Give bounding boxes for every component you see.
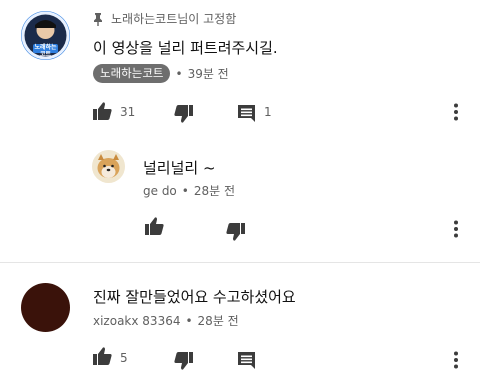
thumbs-up-icon[interactable] [92, 101, 112, 121]
reply-meta: ge do • 28분 전 [143, 182, 235, 199]
more-vert-icon[interactable] [453, 220, 459, 238]
comment-author[interactable]: xizoakx 83364 [93, 314, 180, 328]
meta-dot: • [181, 183, 189, 198]
thumbs-down-icon[interactable] [174, 104, 194, 124]
thumbs-down-icon[interactable] [174, 351, 194, 371]
reply-count: 1 [264, 105, 272, 119]
pinned-label: 노래하는코트님이 고정함 [92, 10, 236, 27]
avatar-caption: 노래하는 코트 [34, 44, 57, 58]
comment-text: 진짜 잘만들었어요 수고하셨어요 [93, 288, 296, 306]
pinned-comment-text: 이 영상을 널리 퍼트려주시길. [93, 39, 278, 57]
author-badge[interactable]: 노래하는코트 [93, 64, 171, 83]
thumbs-up-icon[interactable] [144, 216, 164, 236]
comment-divider [0, 262, 480, 263]
meta-dot: • [185, 313, 193, 328]
more-vert-icon[interactable] [453, 103, 459, 121]
comment-icon[interactable] [237, 104, 256, 123]
pin-icon [94, 12, 102, 26]
more-vert-icon[interactable] [453, 351, 459, 369]
pinned-meta: 노래하는코트 • 39분 전 [93, 64, 229, 83]
pinned-author-avatar[interactable]: 노래하는 코트 [21, 11, 70, 60]
like-count: 5 [120, 351, 128, 365]
reply-time: 28분 전 [193, 184, 236, 198]
comment-meta: xizoakx 83364 • 28분 전 [93, 312, 239, 329]
like-count: 31 [120, 105, 136, 119]
reply-text: 널리널리 ~ [143, 159, 216, 177]
comment-author-avatar[interactable] [21, 283, 70, 332]
comment-time: 39분 전 [187, 67, 229, 81]
reply-author-avatar[interactable] [92, 150, 125, 183]
reply-author[interactable]: ge do [143, 184, 177, 198]
comment-icon[interactable] [237, 351, 256, 370]
meta-dot: • [175, 66, 183, 81]
thumbs-down-icon[interactable] [226, 222, 246, 242]
thumbs-up-icon[interactable] [92, 346, 112, 366]
comment-time: 28분 전 [197, 314, 239, 328]
